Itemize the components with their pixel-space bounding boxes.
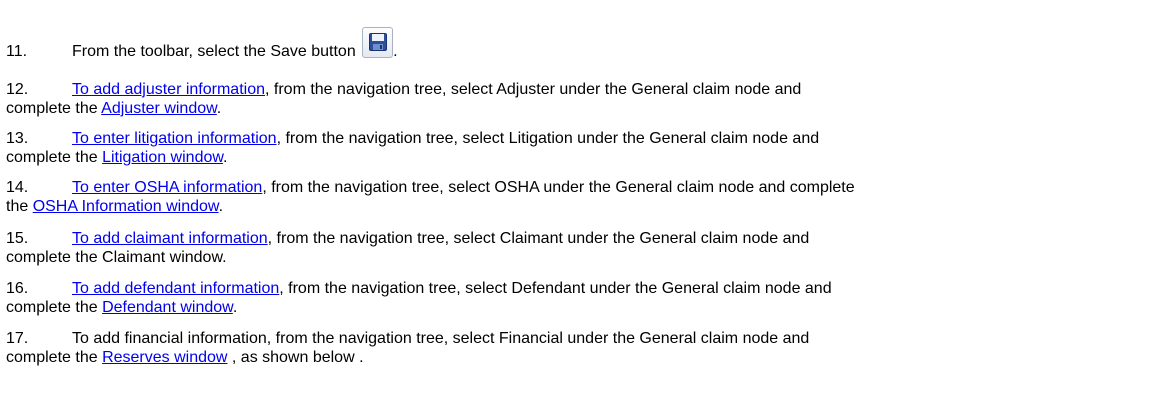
step-17: 17. To add financial information, from th… (6, 330, 810, 366)
defendant-window-link[interactable]: Defendant window (102, 299, 233, 316)
step-number: 13. (6, 130, 29, 147)
add-claimant-info-link[interactable]: To add claimant information (72, 230, 268, 247)
step-number: 12. (6, 81, 29, 98)
adjuster-window-link[interactable]: Adjuster window (101, 100, 217, 117)
osha-information-window-link[interactable]: OSHA Information window (33, 198, 219, 215)
step-11: 11. From the toolbar, select the Save but… (6, 27, 1156, 61)
enter-litigation-info-link[interactable]: To enter litigation information (72, 130, 277, 147)
enter-osha-info-link[interactable]: To enter OSHA information (72, 179, 262, 196)
step-12: 12. To add adjuster information, from the… (6, 81, 802, 117)
step-number: 11. (6, 43, 28, 60)
step-14: 14. To enter OSHA information, from the n… (6, 179, 855, 215)
add-defendant-info-link[interactable]: To add defendant information (72, 280, 279, 297)
step-number: 15. (6, 230, 29, 247)
add-adjuster-info-link[interactable]: To add adjuster information (72, 81, 265, 98)
step-number: 16. (6, 280, 29, 297)
step-number: 17. (6, 330, 29, 347)
step-15: 15. To add claimant information, from the… (6, 230, 810, 266)
step-16: 16. To add defendant information, from th… (6, 280, 832, 316)
step-13: 13. To enter litigation information, from… (6, 130, 820, 166)
step-text-end: . (393, 43, 398, 60)
litigation-window-link[interactable]: Litigation window (102, 149, 223, 166)
save-button[interactable] (362, 27, 394, 58)
step-number: 14. (6, 179, 29, 196)
step-text: From the toolbar, select the Save button (72, 43, 356, 60)
floppy-disk-icon (369, 33, 388, 51)
reserves-window-link[interactable]: Reserves window (102, 349, 227, 366)
